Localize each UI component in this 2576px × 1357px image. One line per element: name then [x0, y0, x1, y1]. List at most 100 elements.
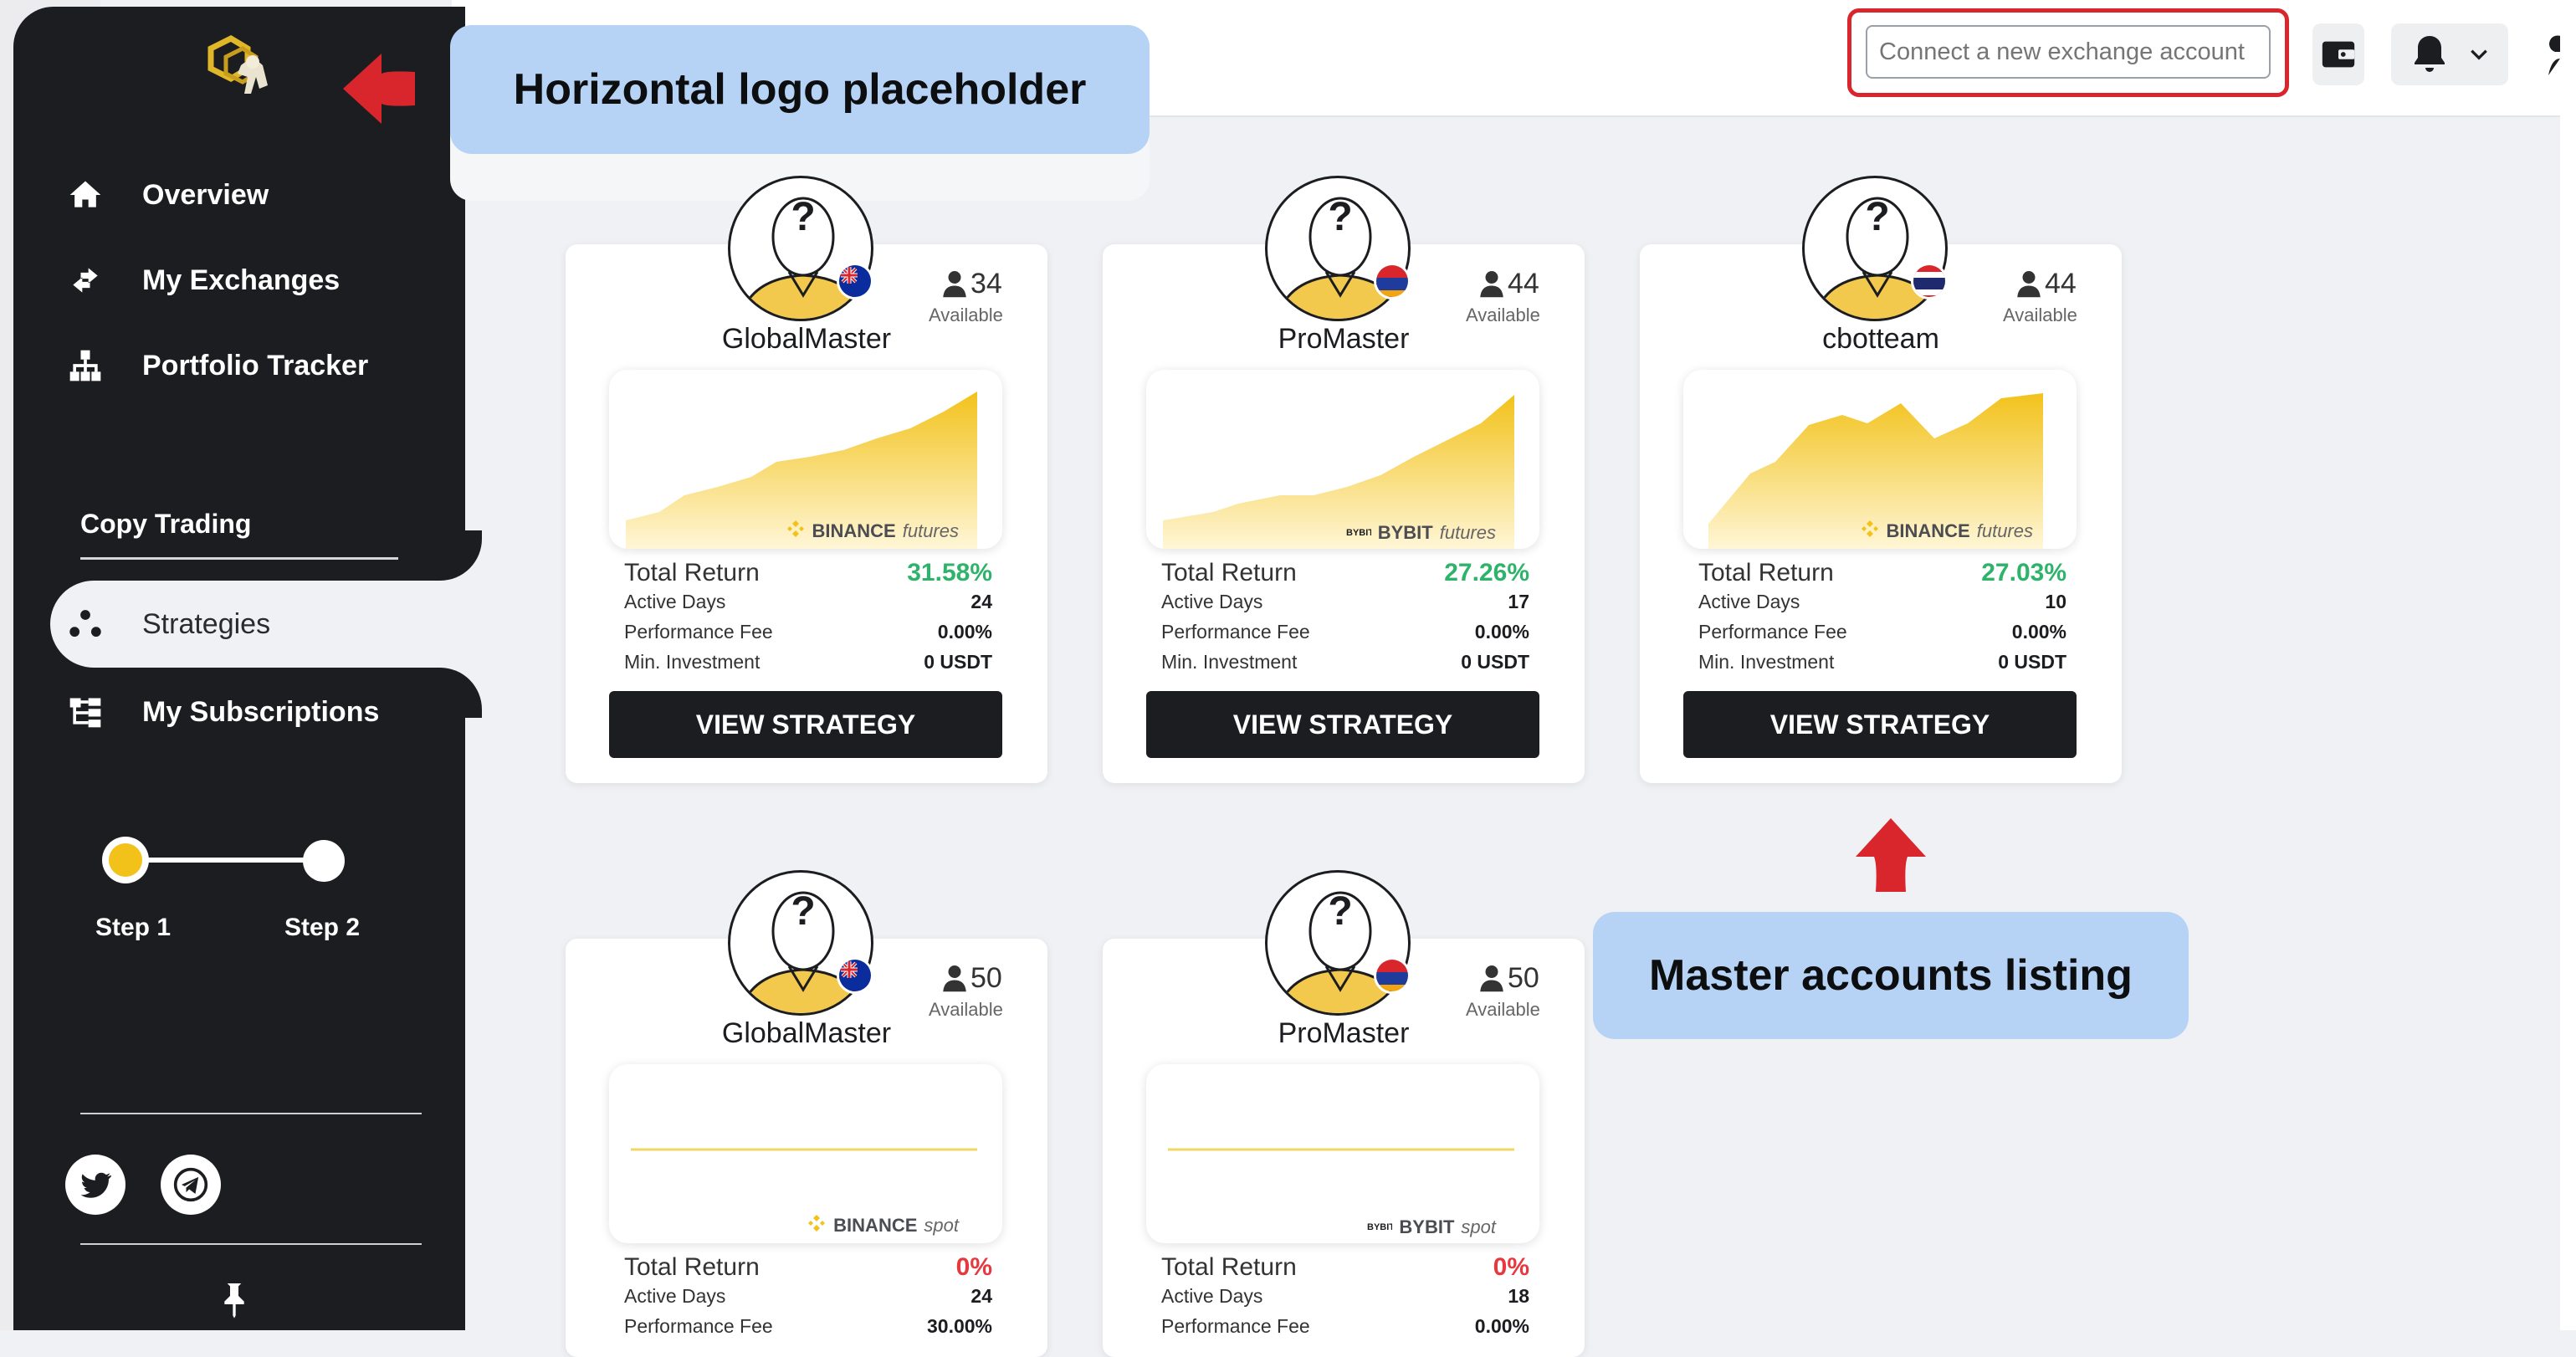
master-name: GlobalMaster	[721, 1017, 892, 1049]
sidebar-divider-bottom	[80, 1243, 422, 1245]
master-avatar[interactable]: ?	[1265, 176, 1411, 321]
view-strategy-button[interactable]: VIEW STRATEGY	[1146, 691, 1539, 758]
logo-placeholder-callout: Horizontal logo placeholder	[450, 25, 1150, 154]
svg-text:?: ?	[1865, 195, 1889, 239]
performance-fee-row: Performance Fee 0.00%	[1698, 621, 2066, 643]
exchange-name: BINANCE	[833, 1215, 918, 1236]
min-investment-row: Min. Investment 0 USDT	[624, 651, 992, 673]
performance-fee-row: Performance Fee 30.00%	[624, 1315, 992, 1338]
step-2-dot[interactable]	[303, 840, 345, 882]
wallet-button[interactable]	[2312, 23, 2364, 85]
available-count: 50	[1508, 962, 1539, 994]
chart-panel: BINANCE spot	[609, 1064, 1002, 1243]
sidebar: Overview My Exchanges Portfolio Tracker …	[13, 7, 482, 1330]
nav-my-exchanges-label: My Exchanges	[142, 264, 341, 296]
country-flag-icon	[1374, 957, 1411, 994]
view-strategy-button[interactable]: VIEW STRATEGY	[1683, 691, 2077, 758]
chart-panel: BYBIT BYBIT spot	[1146, 1064, 1539, 1243]
nav-portfolio-tracker[interactable]: Portfolio Tracker	[64, 336, 368, 395]
active-days-row: Active Days 18	[1161, 1285, 1529, 1308]
svg-text:?: ?	[1328, 889, 1352, 934]
active-days-label: Active Days	[1698, 591, 1800, 612]
chart-panel: BINANCE futures	[1683, 370, 2077, 549]
performance-fee-label: Performance Fee	[624, 621, 773, 643]
view-strategy-button[interactable]: VIEW STRATEGY	[609, 691, 1002, 758]
section-divider	[80, 557, 422, 560]
nav-my-subscriptions[interactable]: My Subscriptions	[64, 683, 379, 741]
master-avatar[interactable]: ?	[1265, 870, 1411, 1016]
exchange-market: spot	[924, 1215, 959, 1236]
step-2-label: Step 2	[284, 914, 361, 941]
nav-overview-label: Overview	[142, 178, 269, 211]
total-return-row: Total Return 0%	[624, 1253, 992, 1282]
master-card: ? 44 Available cbotteam BINANCE futures …	[1640, 176, 2122, 783]
active-tab-curve-bottom	[398, 668, 482, 718]
master-card: ? 50 Available GlobalMaster BINANCE spot…	[566, 870, 1047, 1357]
min-investment-label: Min. Investment	[1161, 651, 1298, 673]
users-icon	[943, 965, 966, 992]
master-card: ? 44 Available ProMaster BYBIT BYBIT fut…	[1103, 176, 1585, 783]
sitemap-icon	[64, 344, 107, 387]
nav-strategies-label: Strategies	[142, 607, 271, 640]
active-days-label: Active Days	[1161, 591, 1263, 612]
callout-arrow-left-icon	[343, 54, 415, 124]
master-name: ProMaster	[1278, 323, 1410, 355]
users-icon	[2017, 271, 2041, 298]
master-avatar[interactable]: ?	[728, 870, 873, 1016]
master-avatar[interactable]: ?	[1802, 176, 1948, 321]
exchange-arrows-icon	[64, 259, 107, 302]
exchange-badge: BYBIT BYBIT spot	[1367, 1216, 1496, 1238]
active-days-value: 17	[1508, 591, 1529, 612]
exchange-name: BYBIT	[1377, 522, 1433, 543]
exchange-market: futures	[1439, 522, 1496, 543]
exchange-logo-icon	[807, 1213, 827, 1238]
nav-overview[interactable]: Overview	[64, 166, 269, 224]
total-return-value: 27.26%	[1444, 559, 1529, 586]
performance-fee-value: 0.00%	[937, 621, 992, 643]
svg-text:?: ?	[1328, 195, 1352, 239]
svg-text:BYBIT: BYBIT	[1367, 1222, 1392, 1232]
exchange-name: BYBIT	[1399, 1216, 1455, 1237]
min-investment-row: Min. Investment 0 USDT	[1161, 651, 1529, 673]
available-count: 50	[970, 962, 1002, 994]
total-return-value: 0%	[955, 1253, 992, 1281]
chart-panel: BINANCE futures	[609, 370, 1002, 549]
nav-strategies[interactable]: Strategies	[64, 595, 270, 653]
available-count: 34	[970, 268, 1002, 300]
telegram-icon[interactable]	[161, 1155, 221, 1215]
step-1-label: Step 1	[95, 914, 172, 941]
master-name: ProMaster	[1278, 1017, 1410, 1049]
brand-logo[interactable]	[192, 32, 289, 115]
performance-fee-label: Performance Fee	[624, 1315, 773, 1337]
svg-text:BYBIT: BYBIT	[1346, 528, 1371, 538]
country-flag-icon	[837, 957, 873, 994]
total-return-label: Total Return	[624, 1253, 760, 1281]
exchange-logo-icon	[1860, 519, 1880, 544]
step-1-dot[interactable]	[102, 837, 149, 883]
pin-icon[interactable]	[218, 1280, 251, 1320]
master-avatar[interactable]: ?	[728, 176, 873, 321]
strategies-dots-icon	[64, 602, 107, 646]
user-avatar-edge[interactable]	[2535, 33, 2566, 75]
exchange-name: BINANCE	[1886, 520, 1970, 541]
available-count: 44	[2045, 268, 2077, 300]
svg-text:?: ?	[791, 195, 815, 239]
exchange-badge: BINANCE spot	[807, 1213, 959, 1238]
connect-exchange-input[interactable]	[1866, 25, 2271, 79]
master-accounts-callout: Master accounts listing	[1593, 912, 2189, 1039]
exchange-market: spot	[1461, 1216, 1496, 1237]
twitter-icon[interactable]	[65, 1155, 125, 1215]
performance-fee-value: 0.00%	[1474, 621, 1529, 643]
min-investment-value: 0 USDT	[1998, 651, 2066, 673]
subscriptions-tree-icon	[64, 690, 107, 734]
notifications-button[interactable]	[2391, 23, 2508, 85]
master-name: GlobalMaster	[721, 323, 892, 355]
wallet-icon	[2322, 41, 2355, 68]
exchange-badge: BYBIT BYBIT futures	[1346, 522, 1496, 544]
performance-fee-value: 30.00%	[926, 1315, 992, 1337]
active-days-label: Active Days	[624, 591, 726, 612]
performance-fee-value: 0.00%	[2011, 621, 2066, 643]
nav-my-exchanges[interactable]: My Exchanges	[64, 251, 340, 310]
chart-panel: BYBIT BYBIT futures	[1146, 370, 1539, 549]
min-investment-row: Min. Investment 0 USDT	[1698, 651, 2066, 673]
